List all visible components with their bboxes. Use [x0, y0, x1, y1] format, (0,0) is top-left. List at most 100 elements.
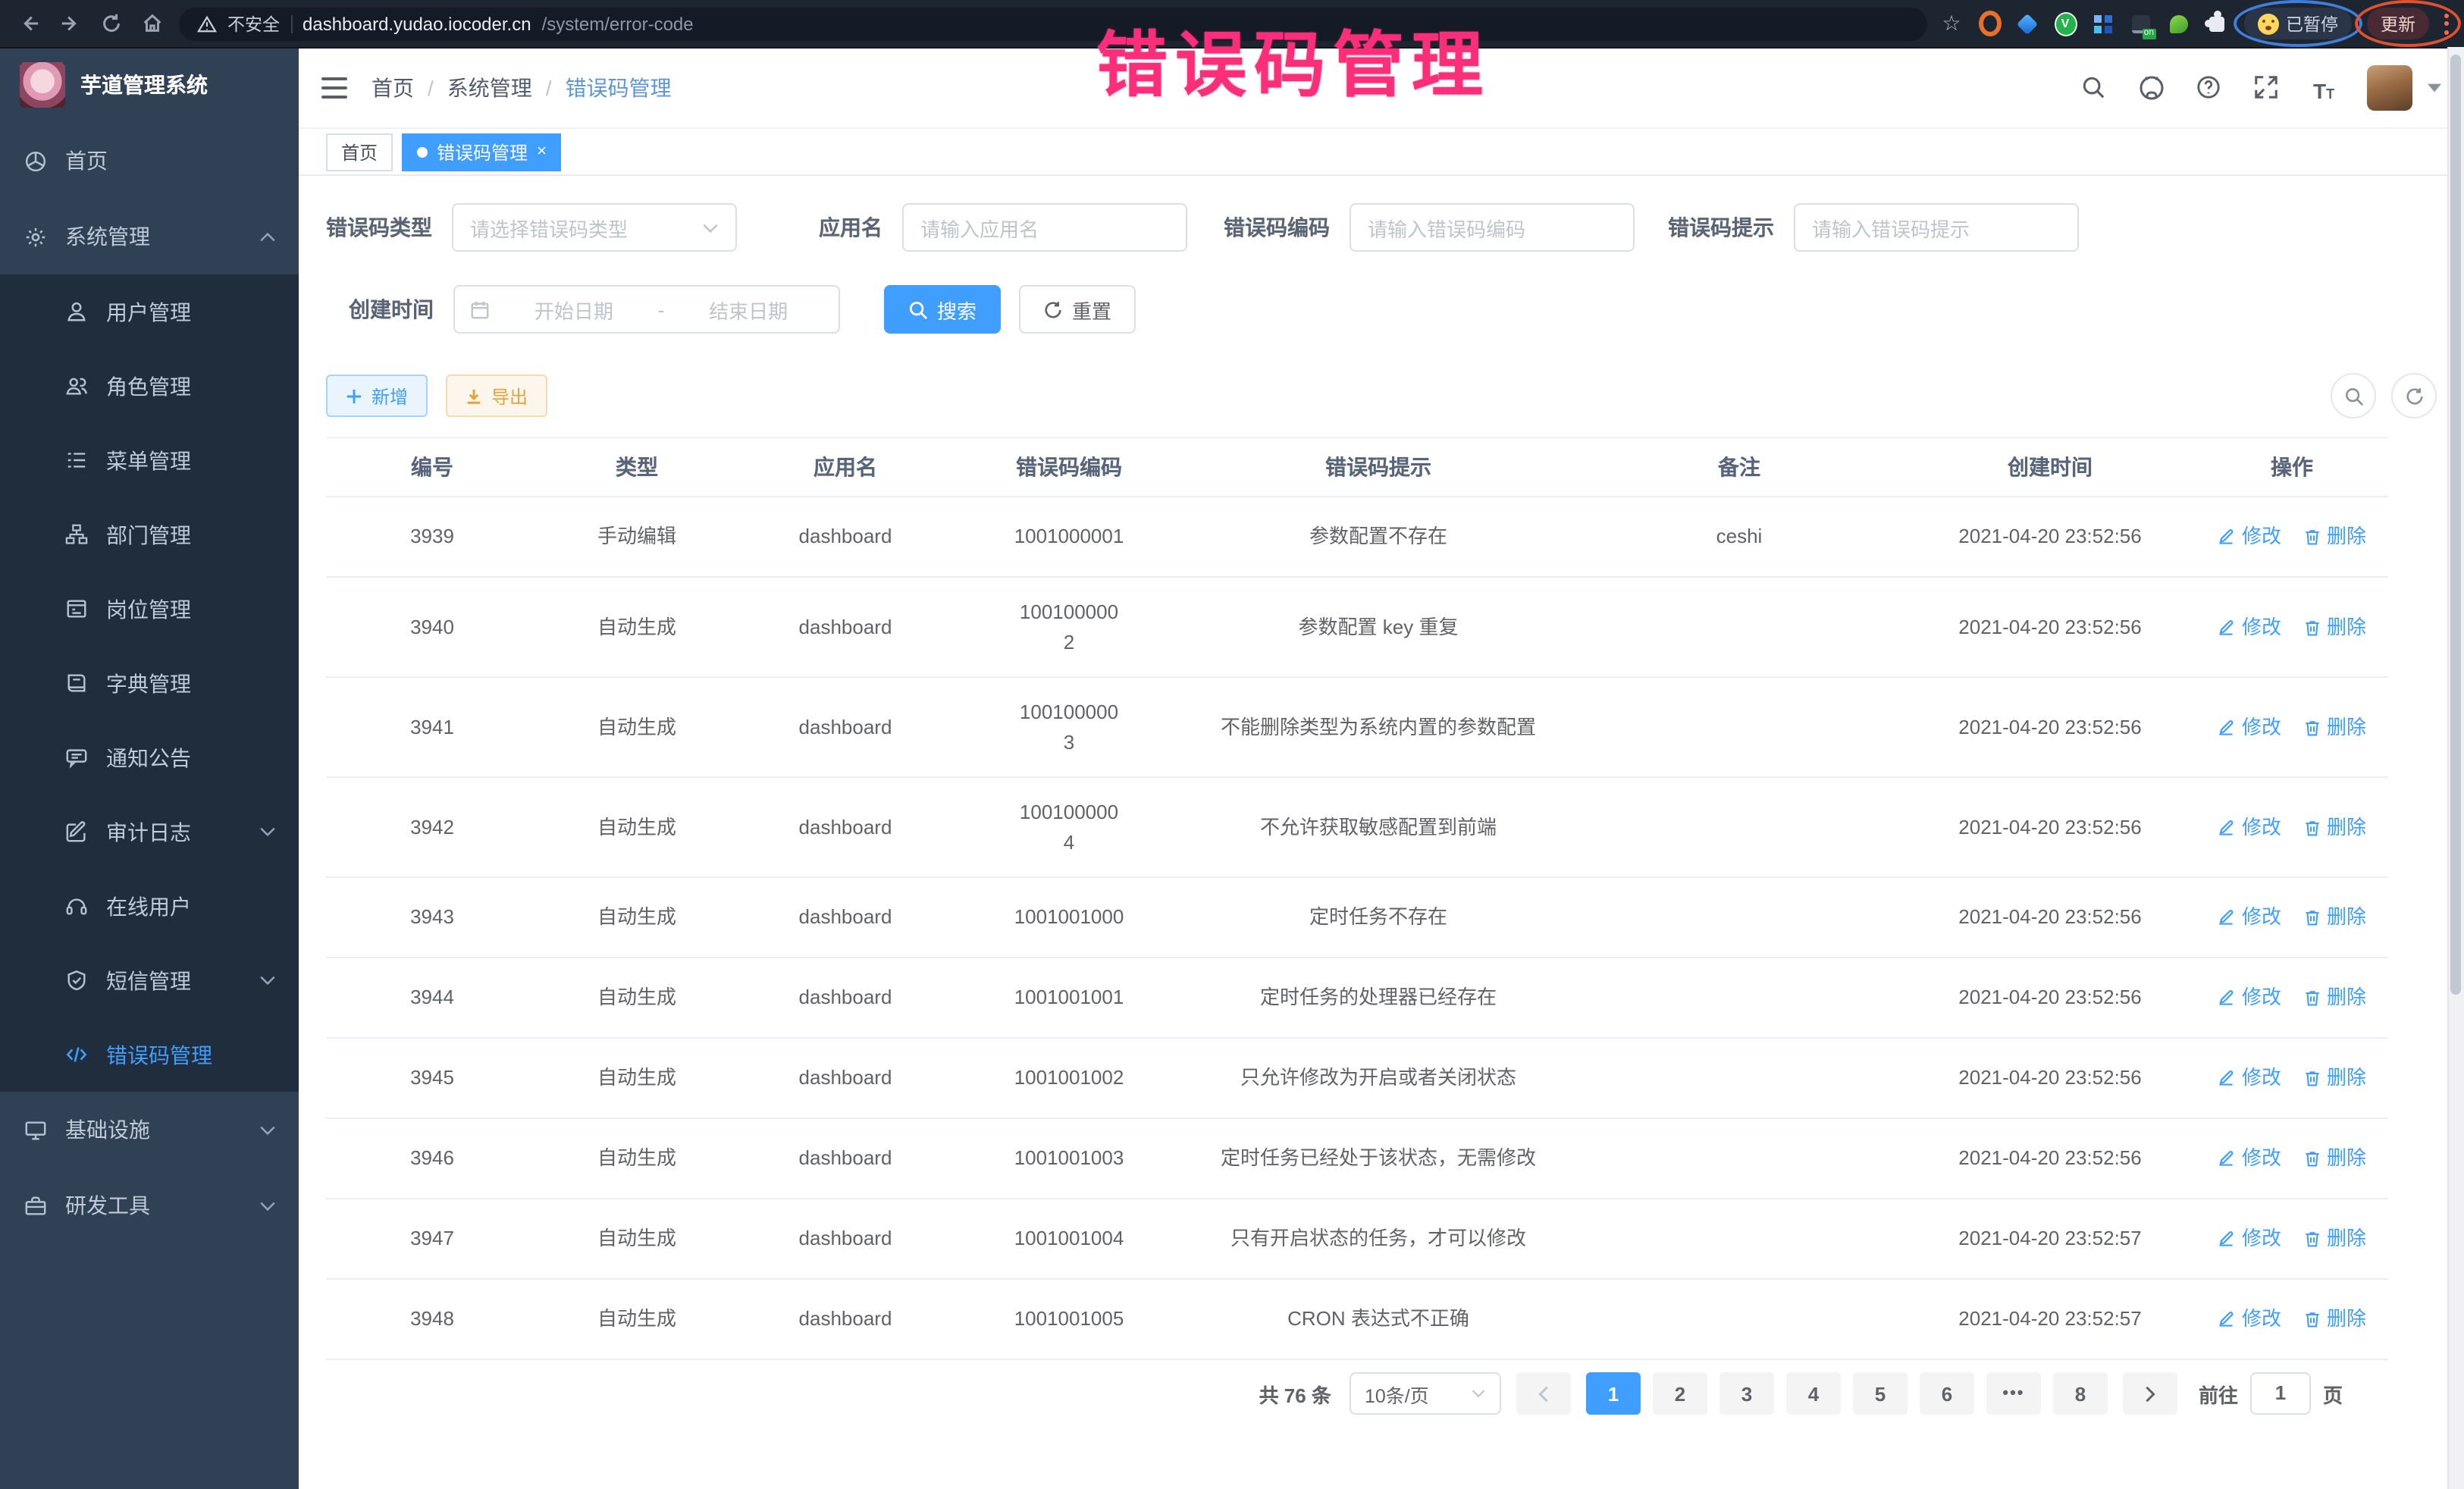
edit-icon: [2218, 818, 2236, 836]
reset-button[interactable]: 重置: [1019, 285, 1136, 334]
page-button-3[interactable]: 3: [1719, 1372, 1774, 1415]
delete-button[interactable]: 删除: [2303, 1143, 2366, 1174]
edit-button[interactable]: 修改: [2218, 612, 2281, 642]
filter-type-label: 错误码类型: [326, 212, 432, 243]
delete-button[interactable]: 删除: [2303, 812, 2366, 842]
help-icon[interactable]: [2194, 73, 2223, 102]
page-size-select[interactable]: 10条/页: [1350, 1372, 1501, 1415]
delete-button[interactable]: 删除: [2303, 902, 2366, 933]
address-bar[interactable]: 不安全 dashboard.yudao.iocoder.cn/system/er…: [179, 7, 1926, 40]
end-date-placeholder: 结束日期: [673, 295, 823, 324]
sidebar-item-通知公告[interactable]: 通知公告: [0, 720, 299, 795]
delete-button[interactable]: 删除: [2303, 522, 2366, 552]
page-button-5[interactable]: 5: [1853, 1372, 1908, 1415]
chevron-down-icon[interactable]: [2428, 83, 2441, 92]
page-button-8[interactable]: 8: [2053, 1372, 2108, 1415]
sidebar-item-首页[interactable]: 首页: [0, 123, 299, 199]
sidebar-item-错误码管理[interactable]: 错误码管理: [0, 1017, 299, 1092]
extension-green-leaf-icon[interactable]: [2168, 12, 2190, 35]
extension-green-check-icon[interactable]: V: [2054, 12, 2077, 35]
app-logo-row[interactable]: 芋道管理系统: [0, 47, 299, 123]
sidebar-item-部门管理[interactable]: 部门管理: [0, 497, 299, 572]
app-name-input[interactable]: 请输入应用名: [902, 203, 1187, 252]
delete-button[interactable]: 删除: [2303, 1224, 2366, 1254]
sidebar-item-角色管理[interactable]: 角色管理: [0, 349, 299, 423]
plus-icon: [346, 387, 362, 404]
next-page-button[interactable]: [2123, 1372, 2177, 1415]
browser-update-chip[interactable]: 更新: [2367, 8, 2429, 39]
page-button-6[interactable]: 6: [1920, 1372, 1974, 1415]
sidebar-item-字典管理[interactable]: 字典管理: [0, 646, 299, 720]
extension-switch-on-icon[interactable]: on: [2130, 12, 2152, 35]
error-code-input[interactable]: 请输入错误码编码: [1350, 203, 1635, 252]
home-nav-icon[interactable]: [138, 10, 165, 37]
extension-orange-ring-icon[interactable]: [1978, 12, 2001, 35]
profile-sync-chip[interactable]: 已暂停: [2243, 8, 2352, 39]
delete-button[interactable]: 删除: [2303, 612, 2366, 642]
extensions-puzzle-icon[interactable]: [2205, 12, 2228, 35]
forward-icon[interactable]: [56, 10, 83, 37]
edit-button[interactable]: 修改: [2218, 812, 2281, 842]
more-pages-icon[interactable]: •••: [1986, 1372, 2041, 1415]
add-button[interactable]: 新增: [326, 375, 428, 417]
breadcrumb-system[interactable]: 系统管理: [447, 72, 532, 102]
date-range-picker[interactable]: 开始日期 - 结束日期: [453, 285, 840, 334]
edit-button[interactable]: 修改: [2218, 902, 2281, 933]
edit-button[interactable]: 修改: [2218, 1143, 2281, 1174]
font-size-icon[interactable]: TT: [2309, 73, 2338, 102]
search-button[interactable]: 搜索: [884, 285, 1001, 334]
back-icon[interactable]: [15, 10, 42, 37]
edit-button[interactable]: 修改: [2218, 1304, 2281, 1334]
extension-blue-gem-icon[interactable]: [2016, 12, 2039, 35]
goto-page-input[interactable]: 1: [2250, 1372, 2311, 1415]
edit-button[interactable]: 修改: [2218, 1224, 2281, 1254]
sidebar-item-用户管理[interactable]: 用户管理: [0, 274, 299, 349]
delete-button[interactable]: 删除: [2303, 1063, 2366, 1093]
chevron-down-icon: [702, 222, 719, 233]
sidebar-item-短信管理[interactable]: 短信管理: [0, 943, 299, 1017]
fullscreen-icon[interactable]: [2252, 73, 2281, 102]
prev-page-button[interactable]: [1516, 1372, 1571, 1415]
edit-button[interactable]: 修改: [2218, 712, 2281, 742]
search-icon[interactable]: [2079, 73, 2108, 102]
edit-button[interactable]: 修改: [2218, 522, 2281, 552]
page-button-2[interactable]: 2: [1653, 1372, 1707, 1415]
cell-actions: 修改删除: [2196, 678, 2388, 776]
avatar[interactable]: [2367, 64, 2412, 110]
breadcrumb-home[interactable]: 首页: [371, 72, 414, 102]
sidebar-item-在线用户[interactable]: 在线用户: [0, 869, 299, 943]
hamburger-icon[interactable]: [321, 77, 347, 98]
page-button-4[interactable]: 4: [1786, 1372, 1841, 1415]
reload-icon[interactable]: [97, 10, 124, 37]
browser-scrollbar[interactable]: [2447, 47, 2464, 1489]
error-type-select[interactable]: 请选择错误码类型: [452, 203, 737, 252]
github-icon[interactable]: [2136, 73, 2165, 102]
browser-menu-icon[interactable]: [2443, 13, 2449, 34]
cell-app: dashboard: [735, 497, 955, 576]
tag-错误码管理[interactable]: 错误码管理×: [402, 133, 562, 171]
page-button-1[interactable]: 1: [1586, 1372, 1641, 1415]
close-icon[interactable]: ×: [537, 143, 547, 160]
delete-button[interactable]: 删除: [2303, 983, 2366, 1013]
edit-button[interactable]: 修改: [2218, 983, 2281, 1013]
cell-id: 3941: [326, 678, 538, 776]
edit-button[interactable]: 修改: [2218, 1063, 2281, 1093]
sidebar-item-审计日志[interactable]: 审计日志: [0, 795, 299, 869]
sidebar-item-岗位管理[interactable]: 岗位管理: [0, 572, 299, 646]
error-msg-input[interactable]: 请输入错误码提示: [1794, 203, 2079, 252]
show-search-button[interactable]: [2331, 373, 2376, 418]
sidebar-item-基础设施[interactable]: 基础设施: [0, 1092, 299, 1168]
export-button[interactable]: 导出: [446, 375, 547, 417]
scrollbar-thumb[interactable]: [2450, 55, 2461, 995]
extension-blue-grid-icon[interactable]: [2092, 12, 2114, 35]
bookmark-star-icon[interactable]: ☆: [1940, 12, 1963, 35]
sidebar-item-菜单管理[interactable]: 菜单管理: [0, 423, 299, 497]
delete-button[interactable]: 删除: [2303, 1304, 2366, 1334]
cell-app: dashboard: [735, 1039, 955, 1118]
sidebar-item-系统管理[interactable]: 系统管理: [0, 199, 299, 274]
tag-首页[interactable]: 首页: [326, 133, 393, 171]
delete-button[interactable]: 删除: [2303, 712, 2366, 742]
cell-id: 3939: [326, 497, 538, 576]
sidebar-item-研发工具[interactable]: 研发工具: [0, 1168, 299, 1243]
refresh-table-button[interactable]: [2391, 373, 2437, 418]
